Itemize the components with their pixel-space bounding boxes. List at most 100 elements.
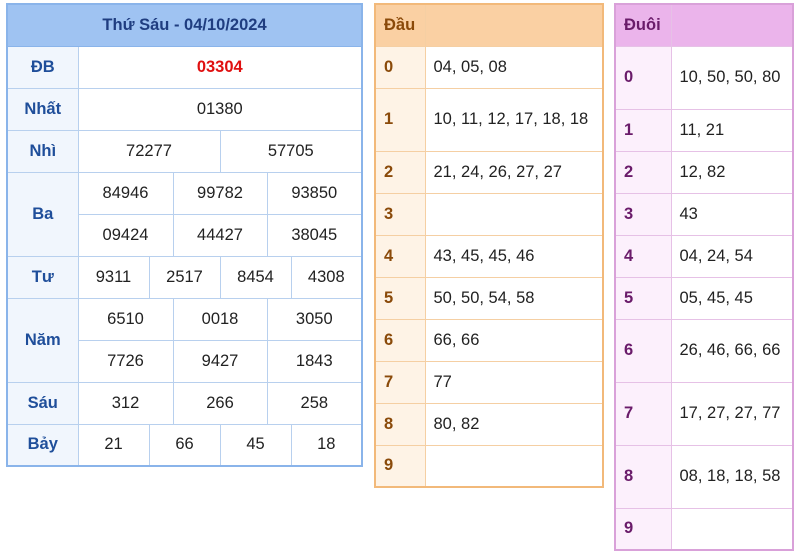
head-row: 8 80, 82 <box>374 402 604 446</box>
head-digit: 6 <box>374 318 426 362</box>
prize-value: 45 <box>219 423 292 467</box>
head-row: 2 21, 24, 26, 27, 27 <box>374 150 604 194</box>
head-digit: 5 <box>374 276 426 320</box>
head-digit: 7 <box>374 360 426 404</box>
head-digit: 0 <box>374 45 426 89</box>
prize-value: 01380 <box>77 87 363 131</box>
head-row: 7 77 <box>374 360 604 404</box>
tail-values: 12, 82 <box>670 150 794 194</box>
prize-label: Nhì <box>6 129 79 173</box>
prize-value: 09424 <box>77 213 174 257</box>
tail-title: Đuôi <box>614 3 672 47</box>
head-row: 4 43, 45, 45, 46 <box>374 234 604 278</box>
head-values: 10, 11, 12, 17, 18, 18 <box>424 87 604 152</box>
head-digit: 2 <box>374 150 426 194</box>
head-title: Đầu <box>374 3 426 47</box>
prize-label: Tư <box>6 255 79 299</box>
prize-value: 3050 <box>266 297 363 341</box>
head-digit: 8 <box>374 402 426 446</box>
head-row: 9 <box>374 444 604 488</box>
prize-row-first: Nhất 01380 <box>6 87 363 131</box>
head-header-empty <box>424 3 604 47</box>
prize-label: Bảy <box>6 423 79 467</box>
head-digit: 4 <box>374 234 426 278</box>
head-values: 66, 66 <box>424 318 604 362</box>
prize-value: 312 <box>77 381 174 425</box>
prize-row-seventh: Bảy 21 66 45 18 <box>6 423 363 467</box>
prize-label: Sáu <box>6 381 79 425</box>
prize-value: 44427 <box>172 213 268 257</box>
prize-value: 9311 <box>77 255 150 299</box>
prize-label: Ba <box>6 171 79 257</box>
prize-value: 1843 <box>266 339 363 383</box>
head-values: 04, 05, 08 <box>424 45 604 89</box>
prize-value: 72277 <box>77 129 221 173</box>
prize-value: 4308 <box>290 255 363 299</box>
tail-values: 05, 45, 45 <box>670 276 794 320</box>
tail-digit: 9 <box>614 507 672 551</box>
prize-value: 21 <box>77 423 150 467</box>
tail-values: 43 <box>670 192 794 236</box>
prize-row-special: ĐB 03304 <box>6 45 363 89</box>
prize-row-fifth: Năm 6510 0018 3050 <box>6 297 363 383</box>
prize-value: 18 <box>290 423 363 467</box>
tail-digit: 4 <box>614 234 672 278</box>
tail-digit: 0 <box>614 45 672 110</box>
prize-row-sixth: Sáu 312 266 258 <box>6 381 363 425</box>
head-digit: 3 <box>374 192 426 236</box>
prize-label: Năm <box>6 297 79 383</box>
prize-value: 9427 <box>172 339 268 383</box>
tail-row: 4 04, 24, 54 <box>614 234 794 278</box>
tail-digit: 6 <box>614 318 672 383</box>
head-values: 80, 82 <box>424 402 604 446</box>
tail-values <box>670 507 794 551</box>
prize-value: 266 <box>172 381 268 425</box>
head-values <box>424 444 604 488</box>
tail-row: 2 12, 82 <box>614 150 794 194</box>
tail-row: 6 26, 46, 66, 66 <box>614 318 794 383</box>
tail-digit: 5 <box>614 276 672 320</box>
prize-label: ĐB <box>6 45 79 89</box>
tail-row: 3 43 <box>614 192 794 236</box>
tail-row: 0 10, 50, 50, 80 <box>614 45 794 110</box>
tail-row: 7 17, 27, 27, 77 <box>614 381 794 446</box>
head-digit: 1 <box>374 87 426 152</box>
head-values: 77 <box>424 360 604 404</box>
prize-value: 84946 <box>77 171 174 215</box>
tail-values: 17, 27, 27, 77 <box>670 381 794 446</box>
tail-digit: 2 <box>614 150 672 194</box>
head-row: 5 50, 50, 54, 58 <box>374 276 604 320</box>
prize-value: 0018 <box>172 297 268 341</box>
prize-row-second: Nhì 72277 57705 <box>6 129 363 173</box>
tail-digit: 7 <box>614 381 672 446</box>
tail-values: 04, 24, 54 <box>670 234 794 278</box>
tail-values: 26, 46, 66, 66 <box>670 318 794 383</box>
special-prize-value: 03304 <box>77 45 363 89</box>
tail-digit: 3 <box>614 192 672 236</box>
prize-value: 66 <box>148 423 221 467</box>
prize-value: 258 <box>266 381 363 425</box>
tail-digit: 1 <box>614 108 672 152</box>
prize-value: 2517 <box>148 255 221 299</box>
head-digit: 9 <box>374 444 426 488</box>
head-values: 43, 45, 45, 46 <box>424 234 604 278</box>
tail-digit: 8 <box>614 444 672 509</box>
prize-label: Nhất <box>6 87 79 131</box>
prize-value: 6510 <box>77 297 174 341</box>
results-table: Thứ Sáu - 04/10/2024 ĐB 03304 Nhất 01380… <box>6 3 364 467</box>
prize-value: 99782 <box>172 171 268 215</box>
head-values: 21, 24, 26, 27, 27 <box>424 150 604 194</box>
results-title: Thứ Sáu - 04/10/2024 <box>6 3 363 47</box>
tail-values: 11, 21 <box>670 108 794 152</box>
tail-row: 1 11, 21 <box>614 108 794 152</box>
head-digit-table: Đầu 0 04, 05, 08 1 10, 11, 12, 17, 18, 18 … <box>374 3 604 488</box>
prize-row-third: Ba 84946 99782 93850 <box>6 171 363 257</box>
head-values <box>424 192 604 236</box>
head-values: 50, 50, 54, 58 <box>424 276 604 320</box>
prize-value: 57705 <box>219 129 363 173</box>
prize-value: 38045 <box>266 213 363 257</box>
tail-values: 10, 50, 50, 80 <box>670 45 794 110</box>
head-row: 3 <box>374 192 604 236</box>
head-row: 6 66, 66 <box>374 318 604 362</box>
prize-value: 7726 <box>77 339 174 383</box>
